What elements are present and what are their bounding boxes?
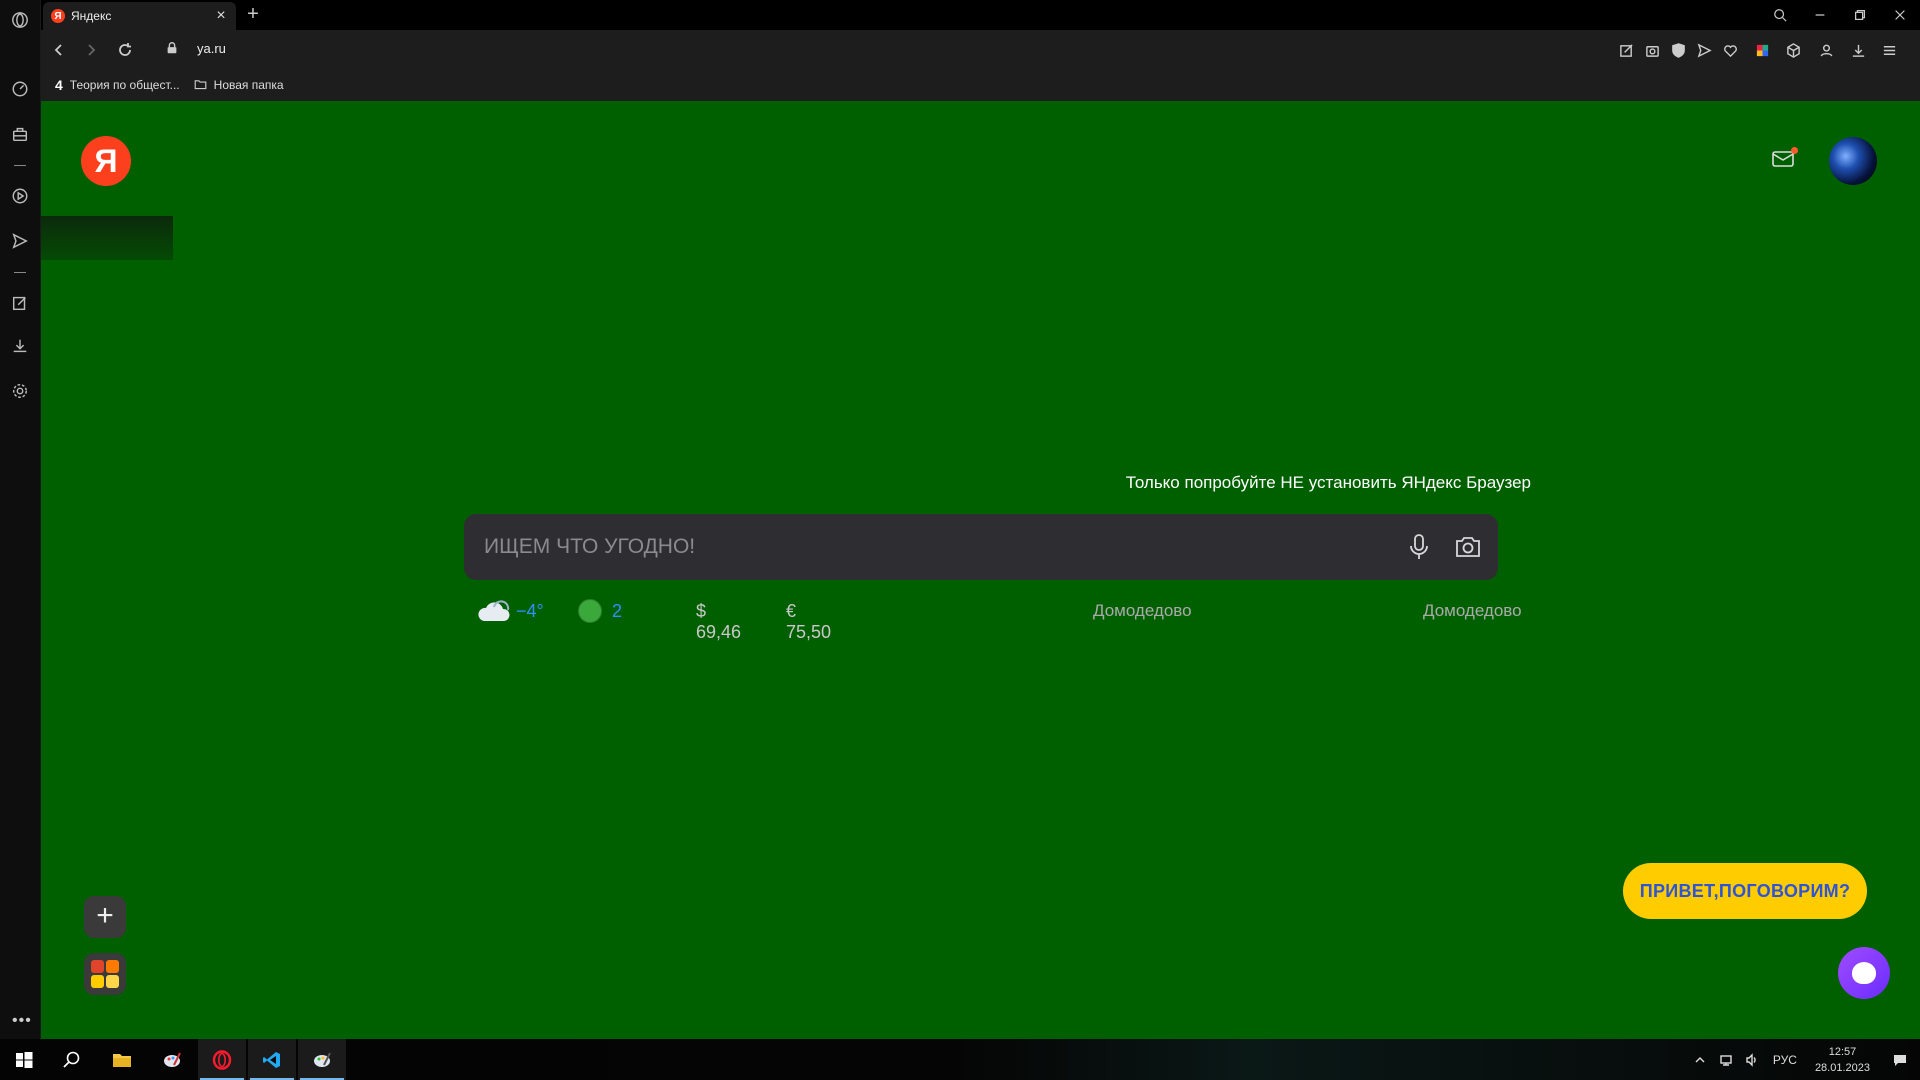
search-tabs-icon[interactable] xyxy=(1763,3,1797,27)
close-tab-icon[interactable]: × xyxy=(214,8,228,24)
network-icon[interactable] xyxy=(1715,1053,1737,1067)
notification-dot xyxy=(1791,147,1798,154)
alice-icon xyxy=(1852,962,1876,984)
yandex-favicon-icon: Я xyxy=(51,9,65,23)
camera-search-icon[interactable] xyxy=(1452,532,1484,562)
send-icon[interactable] xyxy=(8,229,32,253)
player-icon[interactable] xyxy=(8,184,32,208)
bookmark-theory[interactable]: 4 Теория по общест... xyxy=(55,77,180,93)
eur-rate[interactable]: € 75,50 xyxy=(786,601,831,643)
microphone-icon[interactable] xyxy=(1404,532,1434,562)
reload-icon[interactable] xyxy=(113,38,137,62)
system-tray: РУС 12:57 28.01.2023 xyxy=(1687,1039,1920,1080)
speed-dial-icon[interactable] xyxy=(8,77,32,101)
downloads-icon[interactable] xyxy=(8,334,32,358)
profile-icon[interactable] xyxy=(1816,40,1836,60)
mail-button[interactable] xyxy=(1771,147,1799,175)
app-tile-icon xyxy=(91,960,104,973)
notifications-icon[interactable] xyxy=(1882,1053,1918,1067)
address-bar: ya.ru xyxy=(41,30,1920,68)
clock-time: 12:57 xyxy=(1828,1045,1857,1058)
forward-icon[interactable] xyxy=(79,38,103,62)
promo-text[interactable]: Только попробуйте НЕ установить ЯНдекс Б… xyxy=(1081,473,1531,493)
easy-setup-icon[interactable] xyxy=(1616,40,1636,60)
usd-rate[interactable]: $ 69,46 xyxy=(696,601,741,643)
url-field[interactable]: ya.ru xyxy=(197,41,226,56)
sidebar-divider xyxy=(14,272,26,273)
shield-icon[interactable] xyxy=(1668,40,1688,60)
volume-icon[interactable] xyxy=(1741,1052,1763,1067)
bookmark-label: Теория по общест... xyxy=(69,77,180,92)
language-indicator[interactable]: РУС xyxy=(1773,1053,1797,1067)
location-link-2[interactable]: Домодедово xyxy=(1423,601,1522,621)
sidebar-more-icon[interactable]: ••• xyxy=(12,1012,32,1030)
lock-icon[interactable] xyxy=(165,41,181,57)
paint-taskbar-icon[interactable] xyxy=(298,1039,346,1080)
taskbar-search-icon[interactable] xyxy=(48,1039,96,1080)
bookmark-new-folder[interactable]: Новая папка xyxy=(194,78,284,92)
chevron-up-icon[interactable] xyxy=(1689,1053,1711,1067)
screen: ••• Я Яндекс × + ya.ru 4 Теория по общес… xyxy=(0,0,1920,1080)
app-tile-icon xyxy=(106,975,119,988)
weather-informer[interactable]: −4° xyxy=(476,599,544,623)
download-icon[interactable] xyxy=(1848,40,1868,60)
tab-yandex[interactable]: Я Яндекс × xyxy=(43,2,236,30)
easy-setup-menu-icon[interactable] xyxy=(1879,40,1899,60)
yandex-logo[interactable]: Я xyxy=(81,136,131,186)
app-tile-icon xyxy=(106,960,119,973)
sidebar-divider xyxy=(14,165,26,166)
send-tab-icon[interactable] xyxy=(1694,40,1714,60)
page-content: Я Только попробуйте НЕ установить ЯНдекс… xyxy=(41,101,1920,1039)
restore-icon[interactable] xyxy=(1843,3,1877,27)
search-input[interactable] xyxy=(484,514,1364,580)
alice-greeting-bubble[interactable]: ПРИВЕТ,ПОГОВОРИМ? xyxy=(1623,863,1867,919)
opera-sidebar: ••• xyxy=(0,0,41,1039)
briefcase-icon[interactable] xyxy=(8,122,32,146)
taskbar-clock[interactable]: 12:57 28.01.2023 xyxy=(1815,1044,1870,1076)
vscode-taskbar-icon[interactable] xyxy=(248,1039,296,1080)
extension-colorful-icon[interactable] xyxy=(1752,40,1772,60)
apps-grid-button[interactable] xyxy=(84,953,126,995)
decorative-banner xyxy=(41,216,173,260)
new-tab-button[interactable]: + xyxy=(242,4,264,26)
alice-button[interactable] xyxy=(1838,947,1890,999)
tab-title: Яндекс xyxy=(71,9,112,23)
back-icon[interactable] xyxy=(47,38,71,62)
paint-app-icon[interactable] xyxy=(148,1039,196,1080)
add-service-button[interactable]: + xyxy=(84,896,126,938)
app-tile-icon xyxy=(91,975,104,988)
windows-start-icon[interactable] xyxy=(0,1039,48,1080)
traffic-level: 2 xyxy=(612,600,623,621)
edit-icon[interactable] xyxy=(8,291,32,315)
minimize-icon[interactable] xyxy=(1803,3,1837,27)
heart-icon[interactable] xyxy=(1720,40,1740,60)
search-box xyxy=(464,514,1498,580)
weather-temp: −4° xyxy=(516,600,544,621)
location-link[interactable]: Домодедово xyxy=(1093,601,1192,621)
windows-taskbar: РУС 12:57 28.01.2023 xyxy=(0,1039,1920,1080)
snapshot-icon[interactable] xyxy=(1642,40,1662,60)
cube-extension-icon[interactable] xyxy=(1783,40,1803,60)
close-window-icon[interactable] xyxy=(1883,3,1917,27)
settings-icon[interactable] xyxy=(8,379,32,403)
bookmark-label: Новая папка xyxy=(213,77,284,92)
avatar[interactable] xyxy=(1829,137,1877,185)
tab-bar: Я Яндекс × + xyxy=(41,0,1920,30)
bookmark-favicon-icon: 4 xyxy=(55,76,63,93)
cloud-icon xyxy=(478,600,510,621)
file-explorer-icon[interactable] xyxy=(98,1039,146,1080)
bookmarks-bar: 4 Теория по общест... Новая папка xyxy=(41,68,1920,101)
opera-menu-icon[interactable] xyxy=(8,8,32,32)
opera-taskbar-icon[interactable] xyxy=(198,1039,246,1080)
clock-date: 28.01.2023 xyxy=(1814,1061,1870,1074)
traffic-informer[interactable]: 2 xyxy=(578,599,622,623)
traffic-light-icon xyxy=(578,599,602,623)
folder-icon xyxy=(194,80,207,90)
